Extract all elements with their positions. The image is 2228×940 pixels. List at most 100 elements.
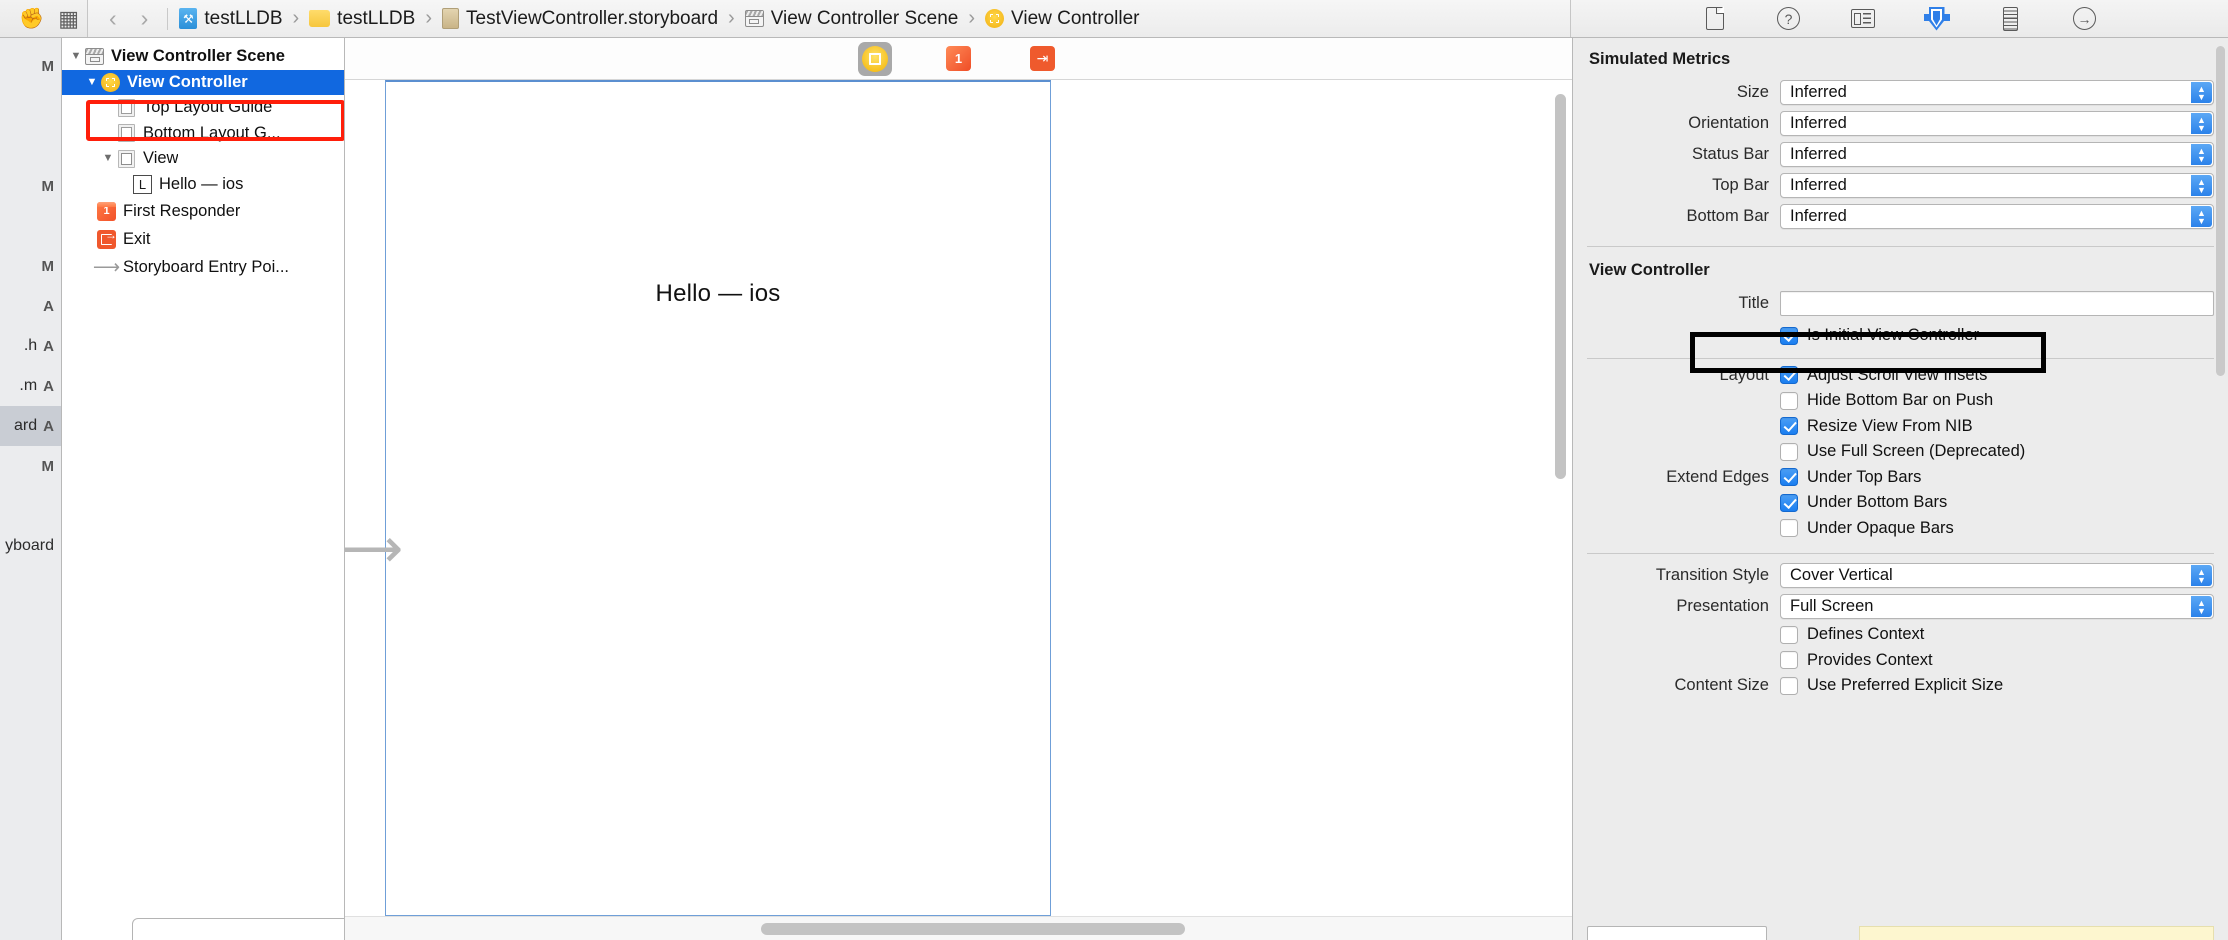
navigator-row[interactable]: M [0,246,61,286]
chevron-updown-icon[interactable]: ▲ ▼ [2191,596,2212,617]
chevron-updown-icon[interactable]: ▲ ▼ [2191,82,2212,103]
view-controller-scene-rect[interactable]: Hello — ios ⟶ [345,80,1051,916]
outline-row-view-controller-scene[interactable]: ▼ View Controller Scene [62,44,344,70]
navigator-row[interactable]: .m A [0,366,61,406]
field-label: Presentation [1676,597,1769,615]
navigator-row[interactable] [0,206,61,246]
breadcrumb-item-scene[interactable]: View Controller Scene [742,8,962,30]
forward-button[interactable]: › [130,5,160,32]
navigator-row[interactable] [0,86,61,126]
navigator-row[interactable]: M [0,446,61,486]
checkbox-label: Provides Context [1807,650,1933,669]
breadcrumb-label: testLLDB [337,7,416,29]
view-controller-section-title: View Controller [1589,261,1710,279]
field-row-status-bar: Status Bar Inferred ▲ ▼ [1587,139,2214,170]
use-full-screen-checkbox[interactable] [1780,442,1798,461]
view-controller-icon [100,72,121,92]
simulated-status-bar-select[interactable]: Inferred ▲ ▼ [1780,142,2214,167]
outline-row-bottom-layout-guide[interactable]: Bottom Layout G... [62,121,344,147]
chevron-updown-icon[interactable]: ▲ ▼ [2191,175,2212,196]
select-value: Full Screen [1790,597,1874,615]
simulated-top-bar-select[interactable]: Inferred ▲ ▼ [1780,173,2214,198]
canvas-horizontal-scrollbar[interactable] [761,923,1185,935]
outline-row-view[interactable]: ▼ View [62,146,344,172]
field-label: Orientation [1688,114,1769,132]
provides-context-checkbox[interactable] [1780,651,1798,670]
outline-filter-bar[interactable] [132,918,344,940]
field-label: Size [1736,83,1769,101]
file-inspector-tab[interactable] [1702,6,1728,32]
outline-row-exit[interactable]: Exit [62,225,344,253]
outline-row-view-controller[interactable]: ▼ View Controller [62,69,344,95]
navigator-row[interactable]: .h A [0,326,61,366]
scene-icon [84,47,105,66]
simulated-orientation-select[interactable]: Inferred ▲ ▼ [1780,111,2214,136]
scene-dock-first-responder[interactable]: 1 [942,42,976,76]
identity-inspector-tab[interactable] [1850,6,1876,32]
navigator-row[interactable]: yboard [0,526,61,566]
checkbox-label: Defines Context [1807,625,1925,644]
select-value: Inferred [1790,176,1847,194]
project-navigator-strip[interactable]: M M M A .h A .m A ard A M yboard [0,38,62,940]
size-inspector-tab[interactable] [1998,6,2024,32]
grid-view-icon[interactable]: ▦ [58,6,79,32]
defines-context-checkbox[interactable] [1780,625,1798,644]
content-size-width-field[interactable] [1587,926,1767,940]
hide-bottom-bar-on-push-checkbox[interactable] [1780,391,1798,410]
navigator-row[interactable] [0,486,61,526]
scene-dock-exit[interactable]: ⇥ [1026,42,1060,76]
breadcrumb-label: testLLDB [204,7,283,29]
use-preferred-explicit-size-checkbox[interactable] [1780,676,1798,695]
outline-row-label: View Controller [127,72,248,91]
simulated-bottom-bar-select[interactable]: Inferred ▲ ▼ [1780,204,2214,229]
breadcrumb-item-storyboard-file[interactable]: TestViewController.storyboard [439,8,721,30]
chevron-updown-icon[interactable]: ▲ ▼ [2191,144,2212,165]
disclosure-triangle-icon[interactable]: ▼ [68,51,84,62]
canvas-vertical-scrollbar[interactable] [1555,94,1566,479]
quick-help-inspector-tab[interactable]: ? [1776,6,1802,32]
under-top-bars-checkbox[interactable] [1780,468,1798,487]
navigator-row[interactable]: A [0,286,61,326]
attributes-inspector-tab[interactable] [1923,6,1950,32]
scene-dock-view-controller[interactable] [857,41,892,76]
simulated-size-select[interactable]: Inferred ▲ ▼ [1780,80,2214,105]
inspector-vertical-scrollbar[interactable] [2216,46,2225,376]
outline-row-label-hello[interactable]: L Hello — ios [62,172,344,198]
navigator-row[interactable]: M [0,46,61,86]
canvas-area[interactable]: Hello — ios ⟶ [345,80,1572,940]
hello-label[interactable]: Hello — ios [386,280,1050,308]
vc-title-field[interactable] [1780,291,2214,316]
status-badge: M [41,257,55,275]
chevron-updown-icon[interactable]: ▲ ▼ [2191,206,2212,227]
navigator-row[interactable]: M [0,166,61,206]
resize-view-from-nib-checkbox[interactable] [1780,417,1798,436]
is-initial-view-controller-checkbox[interactable] [1780,326,1798,345]
label-icon: L [132,174,153,194]
disclosure-triangle-icon[interactable]: ▼ [100,153,116,164]
chevron-updown-icon[interactable]: ▲ ▼ [2191,113,2212,134]
back-button[interactable]: ‹ [98,5,128,32]
row-defines-context: Defines Context [1587,622,2214,648]
chevron-updown-icon[interactable]: ▲ ▼ [2191,565,2212,586]
canvas-horizontal-scrollbar-track[interactable] [345,916,1572,940]
outline-row-top-layout-guide[interactable]: Top Layout Guide [62,95,344,121]
outline-row-storyboard-entry-point[interactable]: ⟶ Storyboard Entry Poi... [62,253,344,281]
navigator-row[interactable] [0,126,61,166]
adjust-scroll-view-insets-checkbox[interactable] [1780,366,1798,385]
outline-row-label: View Controller Scene [111,47,285,66]
connections-inspector-tab[interactable]: → [2072,6,2098,32]
breadcrumb-item-folder[interactable]: testLLDB [306,8,418,30]
status-badge: A [43,337,54,355]
breadcrumb-item-project[interactable]: ⚒ testLLDB [176,8,285,30]
under-bottom-bars-checkbox[interactable] [1780,493,1798,512]
transition-style-select[interactable]: Cover Vertical ▲ ▼ [1780,563,2214,588]
breadcrumb-item-view-controller[interactable]: View Controller [982,8,1142,30]
disclosure-triangle-icon[interactable]: ▼ [84,76,100,88]
outline-row-label: View [143,149,179,168]
under-opaque-bars-checkbox[interactable] [1780,519,1798,538]
outline-row-first-responder[interactable]: 1 First Responder [62,197,344,225]
presentation-select[interactable]: Full Screen ▲ ▼ [1780,594,2214,619]
comment-icon[interactable]: ✊ [19,6,44,31]
status-badge: A [43,297,54,315]
navigator-row-selected[interactable]: ard A [0,406,61,446]
